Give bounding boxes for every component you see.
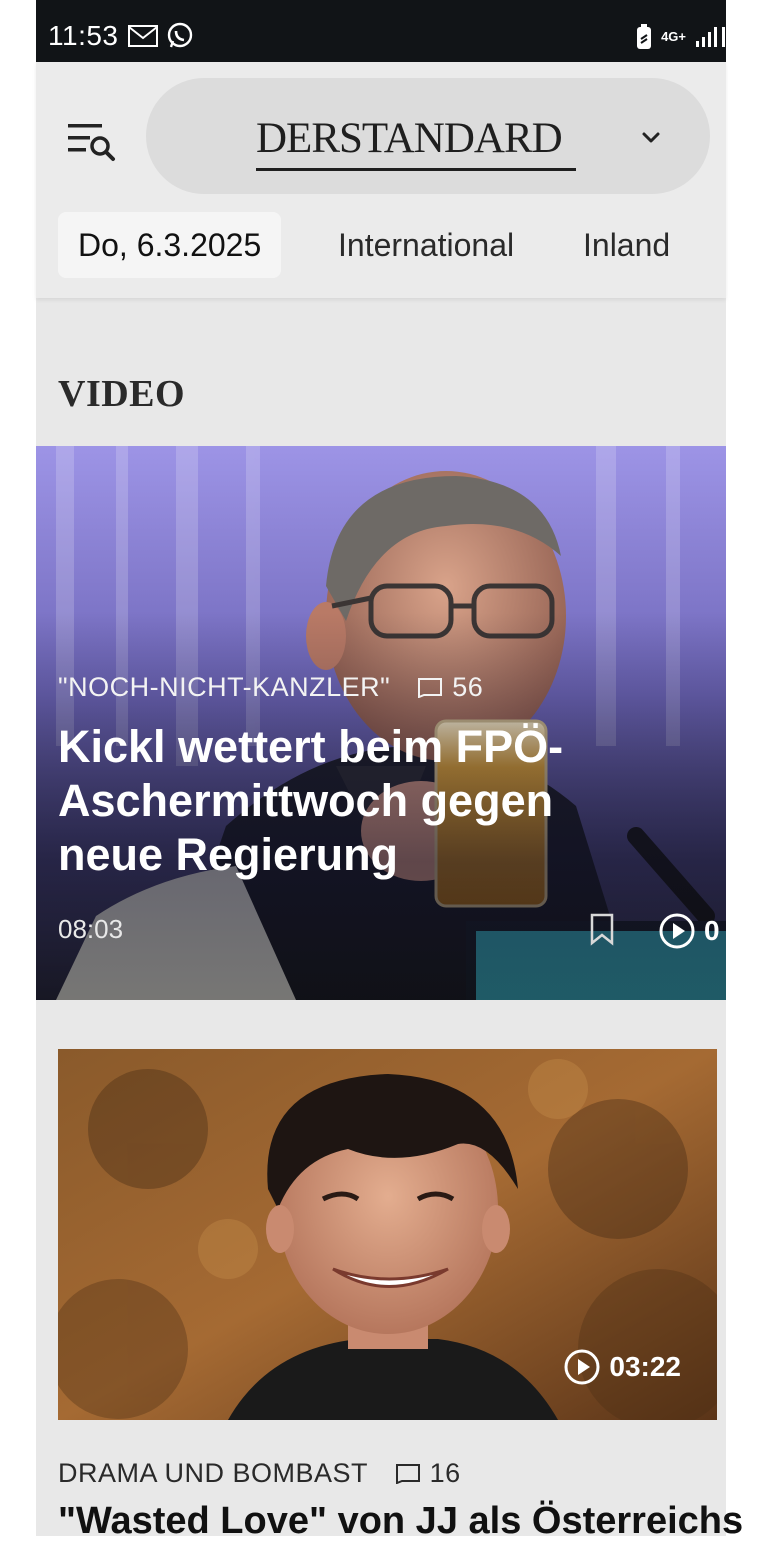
status-time: 11:53 <box>48 20 119 51</box>
status-left-icons <box>128 22 194 50</box>
nav-item-international[interactable]: International <box>338 212 514 278</box>
hero-comments[interactable]: 56 <box>416 672 483 702</box>
brand-dropdown[interactable] <box>636 126 666 150</box>
bookmark-icon <box>590 913 614 946</box>
whatsapp-icon <box>167 22 193 48</box>
right-margin <box>726 0 762 1536</box>
section-nav: Do, 6.3.2025 International Inland <box>36 212 726 278</box>
status-right-icons: 4G+ <box>635 24 726 50</box>
brand-selector[interactable]: DERSTANDARD <box>146 78 710 194</box>
nav-date[interactable]: Do, 6.3.2025 <box>58 212 282 278</box>
comment-icon <box>418 678 443 699</box>
nav-item-inland[interactable]: Inland <box>583 212 670 278</box>
hero-comment-count: 56 <box>452 672 484 702</box>
card2-kicker-text: DRAMA UND BOMBAST <box>58 1458 368 1488</box>
site-header: DERSTANDARD Do, 6.3.2025 International I… <box>36 62 726 298</box>
hero-timestamp: 08:03 <box>58 914 124 944</box>
bookmark-button[interactable] <box>588 912 616 946</box>
card2-comments[interactable]: 16 <box>394 1458 461 1488</box>
hero-play-duration[interactable]: 0 <box>658 912 720 950</box>
card2-duration: 03:22 <box>609 1351 681 1382</box>
card2-headline[interactable]: "Wasted Love" von JJ als Österreichs <box>58 1500 743 1543</box>
card2-comment-count: 16 <box>429 1458 461 1488</box>
comment-icon <box>395 1464 420 1485</box>
menu-search-icon <box>68 124 115 161</box>
card2-kicker: DRAMA UND BOMBAST 16 <box>58 1458 461 1489</box>
hero-duration: 0 <box>704 915 720 946</box>
video-card-2[interactable]: 03:22 <box>58 1049 717 1420</box>
card2-play-duration[interactable]: 03:22 <box>563 1348 681 1386</box>
left-margin <box>0 0 36 1536</box>
play-icon <box>659 913 695 949</box>
play-icon <box>564 1349 600 1385</box>
hero-kicker-text: "NOCH-NICHT-KANZLER" <box>58 672 391 702</box>
brand-underline <box>256 168 576 171</box>
mail-icon <box>128 25 158 47</box>
battery-saver-icon <box>637 24 652 49</box>
menu-search-button[interactable] <box>66 120 116 164</box>
status-bar: 11:53 4G+ <box>36 0 726 62</box>
chevron-down-icon <box>642 132 660 143</box>
signal-icon <box>696 27 725 47</box>
hero-headline[interactable]: Kickl wettert beim FPÖ-Aschermittwoch ge… <box>58 720 658 882</box>
hero-kicker: "NOCH-NICHT-KANZLER" 56 <box>58 672 483 703</box>
hero-video-card[interactable]: "NOCH-NICHT-KANZLER" 56 Kickl wettert be… <box>36 446 726 1000</box>
brand-logo: DERSTANDARD <box>256 115 563 162</box>
network-type: 4G+ <box>661 29 686 44</box>
section-title: VIDEO <box>58 373 186 415</box>
